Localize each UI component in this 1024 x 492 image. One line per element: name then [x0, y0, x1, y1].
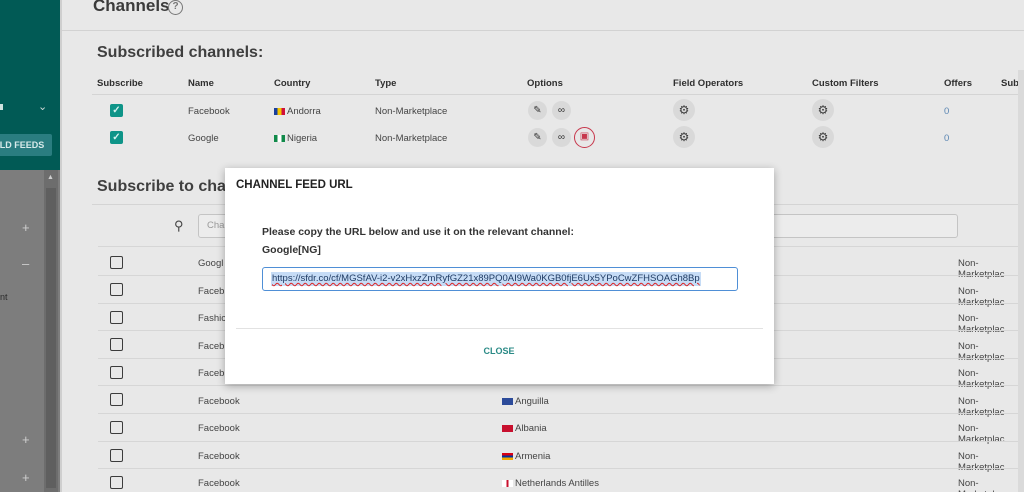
selected-url-text[interactable]: https://sfdr.co/cf/MGSfAV-i2-v2xHxzZmRyf…	[271, 272, 701, 286]
dialog-divider	[236, 328, 763, 329]
dialog-title: CHANNEL FEED URL	[236, 179, 353, 191]
channel-feed-url-dialog: CHANNEL FEED URL Please copy the URL bel…	[225, 168, 774, 384]
close-button[interactable]: CLOSE	[473, 342, 525, 360]
dialog-channel-name: Google[NG]	[262, 244, 321, 256]
dialog-instruction: Please copy the URL below and use it on …	[262, 226, 574, 238]
